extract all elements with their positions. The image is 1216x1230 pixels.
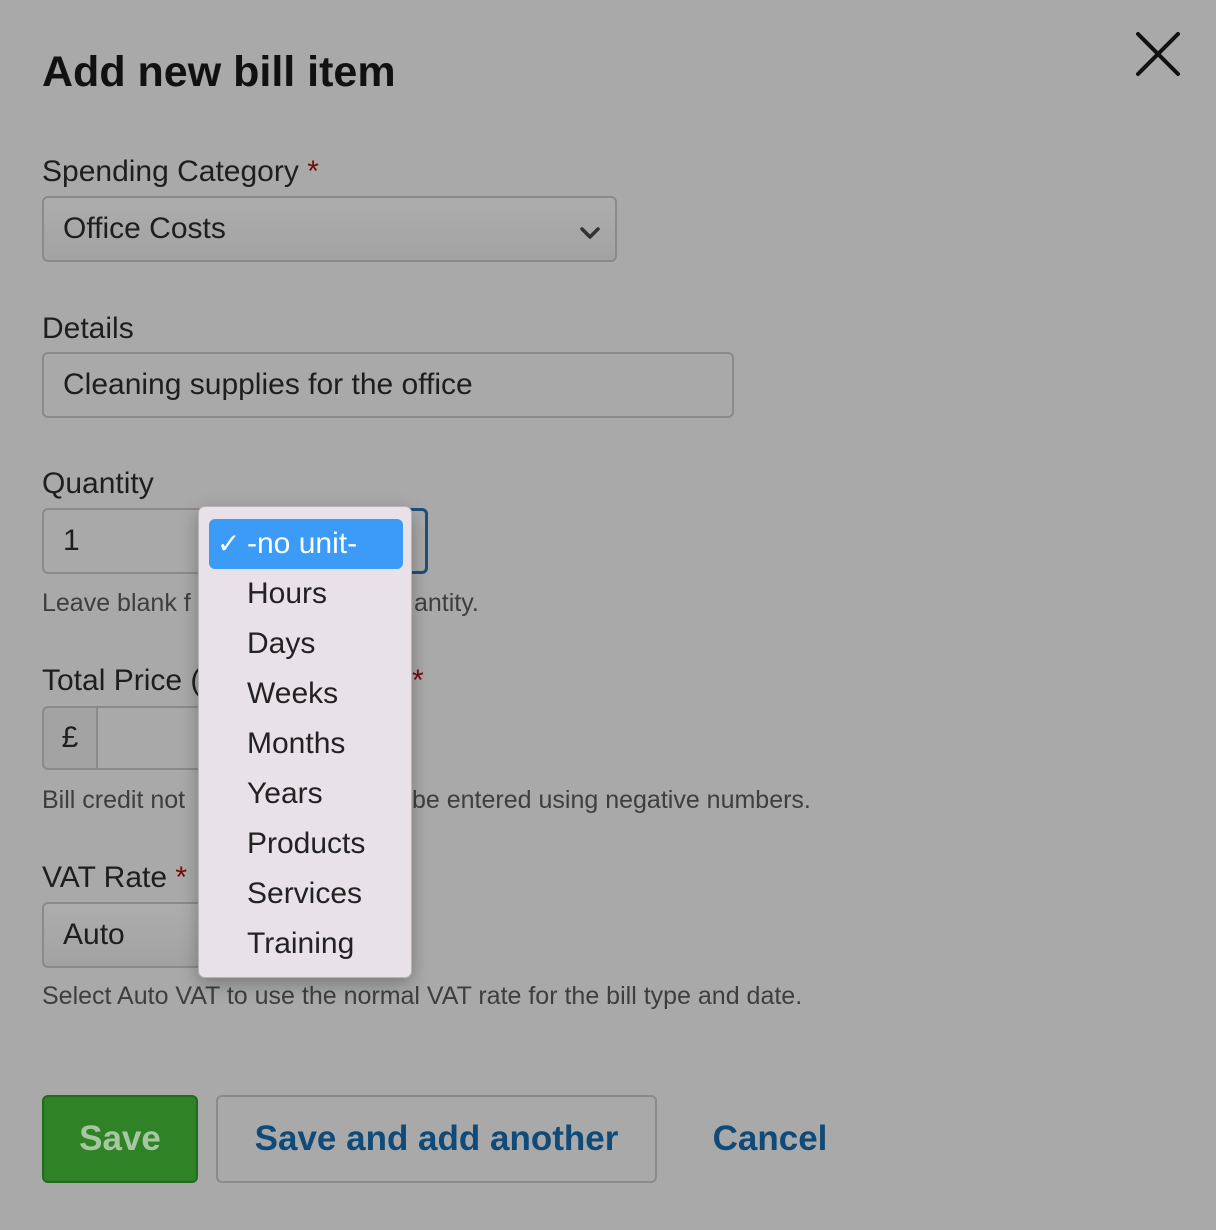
unit-option-years[interactable]: Years bbox=[209, 769, 403, 819]
details-label: Details bbox=[42, 312, 134, 345]
details-value: Cleaning supplies for the office bbox=[63, 368, 473, 401]
vat-rate-select[interactable]: Auto bbox=[42, 902, 222, 968]
checkmark-icon: ✓ bbox=[217, 528, 241, 559]
unit-option-months[interactable]: Months bbox=[209, 719, 403, 769]
unit-option-days[interactable]: Days bbox=[209, 619, 403, 669]
unit-option-weeks[interactable]: Weeks bbox=[209, 669, 403, 719]
quantity-help-start: Leave blank f bbox=[42, 589, 191, 617]
unit-option-services[interactable]: Services bbox=[209, 869, 403, 919]
total-price-label: Total Price ( bbox=[42, 664, 201, 697]
unit-option-no-unit[interactable]: ✓ -no unit- bbox=[209, 519, 403, 569]
total-price-help-end: be entered using negative numbers. bbox=[412, 786, 811, 814]
save-and-add-another-button[interactable]: Save and add another bbox=[216, 1095, 657, 1183]
cancel-link[interactable]: Cancel bbox=[694, 1095, 846, 1183]
spending-category-value: Office Costs bbox=[63, 212, 226, 245]
spending-category-select[interactable]: Office Costs bbox=[42, 196, 617, 262]
dialog-title: Add new bill item bbox=[42, 48, 396, 96]
spending-category-label-text: Spending Category bbox=[42, 155, 299, 188]
vat-rate-label-text: VAT Rate bbox=[42, 861, 168, 894]
quantity-help-end: antity. bbox=[414, 589, 479, 617]
required-marker: * bbox=[175, 861, 188, 894]
vat-rate-label: VAT Rate * bbox=[42, 861, 187, 895]
unit-option-label: -no unit- bbox=[247, 527, 358, 560]
unit-dropdown-menu: ✓ -no unit- Hours Days Weeks Months Year… bbox=[198, 506, 412, 978]
details-input[interactable]: Cleaning supplies for the office bbox=[42, 352, 734, 418]
save-button[interactable]: Save bbox=[42, 1095, 198, 1183]
vat-rate-help: Select Auto VAT to use the normal VAT ra… bbox=[42, 982, 803, 1010]
unit-option-hours[interactable]: Hours bbox=[209, 569, 403, 619]
spending-category-label: Spending Category * bbox=[42, 155, 319, 189]
quantity-label: Quantity bbox=[42, 467, 154, 500]
required-marker: * bbox=[307, 155, 319, 188]
quantity-input[interactable]: 1 bbox=[42, 508, 222, 574]
quantity-value: 1 bbox=[63, 524, 80, 557]
unit-option-products[interactable]: Products bbox=[209, 819, 403, 869]
currency-addon: £ bbox=[42, 706, 98, 770]
vat-rate-value: Auto bbox=[63, 918, 125, 951]
required-marker: * bbox=[412, 664, 424, 697]
total-price-help-start: Bill credit not bbox=[42, 786, 186, 814]
close-icon[interactable] bbox=[1134, 30, 1182, 78]
chevron-down-icon bbox=[579, 218, 601, 240]
unit-option-training[interactable]: Training bbox=[209, 919, 403, 969]
